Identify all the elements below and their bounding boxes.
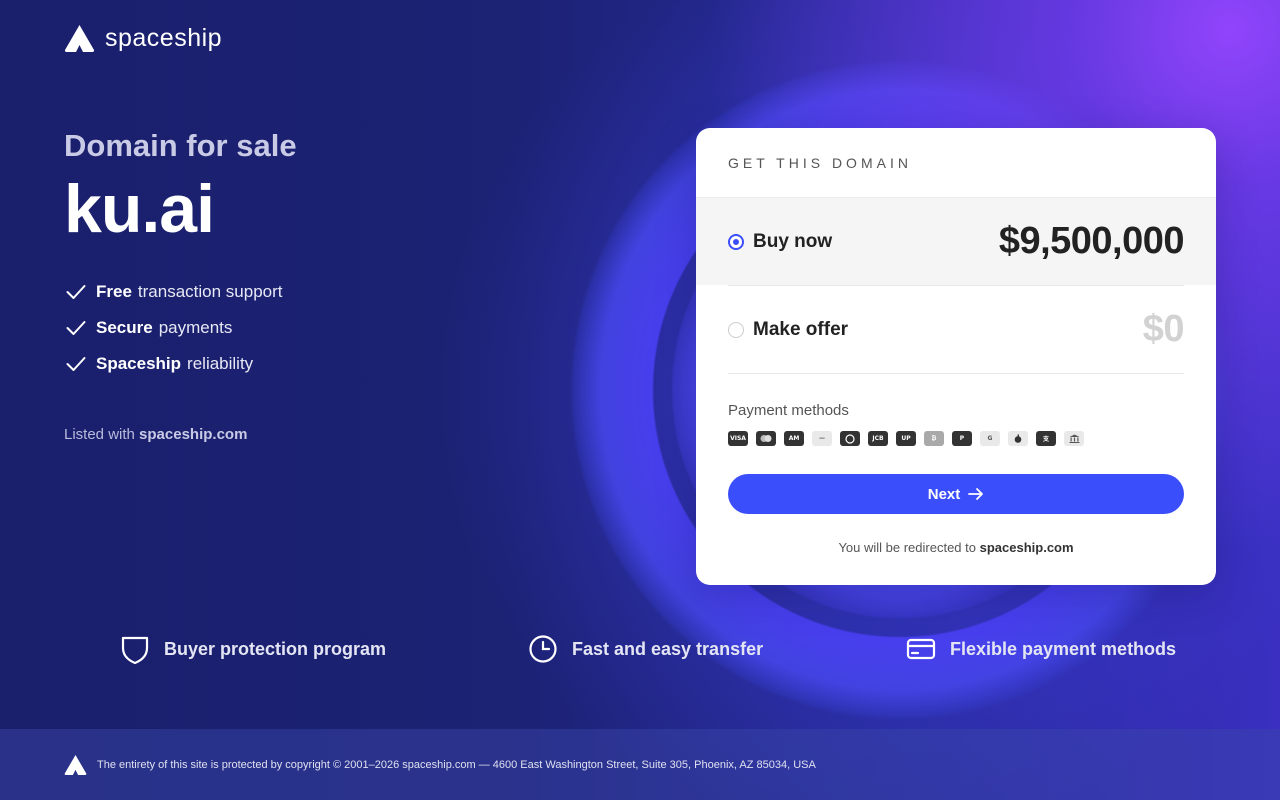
feature-item: Spaceship reliability bbox=[64, 346, 297, 382]
make-offer-label: Make offer bbox=[753, 318, 849, 340]
copyright-text: The entirety of this site is protected b… bbox=[97, 758, 816, 771]
bank-icon bbox=[1064, 431, 1084, 446]
brand-logo[interactable]: spaceship bbox=[64, 24, 222, 53]
redirect-site-link[interactable]: spaceship.com bbox=[980, 540, 1074, 555]
feature-item: Secure payments bbox=[64, 310, 297, 346]
feature-item: Free transaction support bbox=[64, 274, 297, 310]
benefit-buyer-protection: Buyer protection program bbox=[120, 634, 386, 664]
benefit-flexible-payment: Flexible payment methods bbox=[906, 634, 1176, 664]
credit-card-icon bbox=[906, 638, 936, 660]
alipay-icon: 支 bbox=[1036, 431, 1056, 446]
buy-now-radio[interactable] bbox=[728, 233, 744, 250]
feature-bold: Spaceship bbox=[96, 354, 182, 373]
feature-bold: Secure bbox=[96, 318, 153, 337]
offer-price: $0 bbox=[1142, 308, 1185, 350]
listed-site-link[interactable]: spaceship.com bbox=[139, 426, 247, 443]
redirect-prefix: You will be redirected to bbox=[838, 540, 976, 555]
spaceship-logo-icon bbox=[64, 25, 95, 52]
apple-pay-icon bbox=[1008, 431, 1028, 446]
spaceship-logo-icon bbox=[64, 754, 87, 775]
next-label: Next bbox=[927, 485, 961, 503]
diners-icon bbox=[840, 431, 860, 446]
benefit-label: Buyer protection program bbox=[164, 638, 387, 659]
buy-now-price: $9,500,000 bbox=[998, 220, 1185, 262]
payment-methods-title: Payment methods bbox=[728, 402, 849, 419]
feature-text: payments bbox=[158, 318, 233, 337]
shield-icon bbox=[121, 636, 149, 664]
make-offer-radio[interactable] bbox=[728, 321, 744, 338]
hero-eyebrow: Domain for sale bbox=[64, 128, 297, 163]
purchase-card: GET THIS DOMAIN Buy now $9,500,000 Make … bbox=[696, 128, 1216, 585]
discover-icon: — bbox=[812, 431, 832, 446]
mastercard-icon bbox=[756, 431, 776, 446]
check-icon bbox=[66, 321, 86, 335]
feature-bold: Free bbox=[96, 282, 132, 301]
paypal-icon: P bbox=[952, 431, 972, 446]
card-title: GET THIS DOMAIN bbox=[728, 154, 912, 171]
check-icon bbox=[66, 357, 86, 371]
listed-prefix: Listed with bbox=[64, 426, 135, 443]
benefit-fast-transfer: Fast and easy transfer bbox=[528, 634, 763, 664]
brand-name: spaceship bbox=[105, 24, 223, 52]
redirect-note: You will be redirected to spaceship.com bbox=[696, 540, 1216, 555]
next-button[interactable]: Next bbox=[728, 474, 1184, 514]
visa-icon: VISA bbox=[728, 431, 748, 446]
arrow-right-icon bbox=[968, 488, 984, 500]
amex-icon: AM bbox=[784, 431, 804, 446]
clock-icon bbox=[529, 635, 557, 663]
check-icon bbox=[66, 285, 86, 299]
payment-icons: VISA AM — JCB UP ₿ P G 支 bbox=[696, 419, 1216, 446]
footer: The entirety of this site is protected b… bbox=[0, 729, 1280, 800]
listed-with: Listed with spaceship.com bbox=[64, 426, 297, 443]
benefit-label: Flexible payment methods bbox=[950, 638, 1177, 659]
unionpay-icon: UP bbox=[896, 431, 916, 446]
feature-text: reliability bbox=[187, 354, 254, 373]
jcb-icon: JCB bbox=[868, 431, 888, 446]
hero: Domain for sale ku.ai Free transaction s… bbox=[64, 128, 297, 443]
bitcoin-icon: ₿ bbox=[924, 431, 944, 446]
buy-now-label: Buy now bbox=[753, 230, 833, 252]
feature-text: transaction support bbox=[137, 282, 283, 301]
card-header: GET THIS DOMAIN bbox=[696, 128, 1216, 198]
domain-name: ku.ai bbox=[64, 171, 215, 247]
feature-list: Free transaction support Secure payments… bbox=[64, 274, 297, 382]
make-offer-option[interactable]: Make offer $0 bbox=[696, 286, 1216, 373]
benefit-label: Fast and easy transfer bbox=[572, 638, 764, 659]
google-pay-icon: G bbox=[980, 431, 1000, 446]
buy-now-option[interactable]: Buy now $9,500,000 bbox=[696, 198, 1216, 285]
